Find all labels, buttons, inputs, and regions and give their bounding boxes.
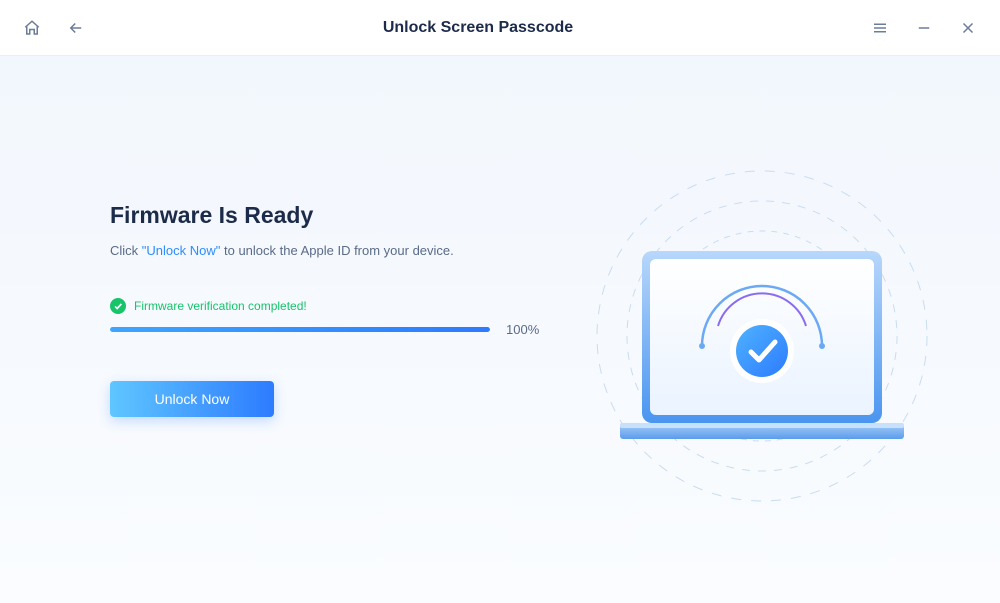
close-button[interactable] (956, 16, 980, 40)
minimize-icon (915, 19, 933, 37)
progress-fill (110, 327, 490, 332)
titlebar: Unlock Screen Passcode (0, 0, 1000, 56)
close-icon (959, 19, 977, 37)
content-area: Firmware Is Ready Click "Unlock Now" to … (0, 56, 1000, 603)
status-row: Firmware verification completed! (110, 298, 570, 314)
back-button[interactable] (64, 16, 88, 40)
left-panel: Firmware Is Ready Click "Unlock Now" to … (110, 202, 570, 417)
subtext: Click "Unlock Now" to unlock the Apple I… (110, 243, 570, 258)
progress-percent: 100% (506, 322, 539, 337)
laptop-illustration (582, 146, 942, 506)
menu-button[interactable] (868, 16, 892, 40)
home-icon (23, 19, 41, 37)
unlock-now-button[interactable]: Unlock Now (110, 381, 274, 417)
subtext-suffix: to unlock the Apple ID from your device. (220, 243, 453, 258)
subtext-highlight: "Unlock Now" (142, 243, 221, 258)
status-text: Firmware verification completed! (134, 299, 307, 313)
check-circle-icon (110, 298, 126, 314)
home-button[interactable] (20, 16, 44, 40)
arrow-left-icon (67, 19, 85, 37)
heading: Firmware Is Ready (110, 202, 570, 229)
subtext-prefix: Click (110, 243, 142, 258)
progress-bar (110, 327, 490, 332)
minimize-button[interactable] (912, 16, 936, 40)
window-title: Unlock Screen Passcode (88, 19, 868, 37)
menu-icon (871, 19, 889, 37)
progress-wrap: 100% (110, 322, 570, 337)
